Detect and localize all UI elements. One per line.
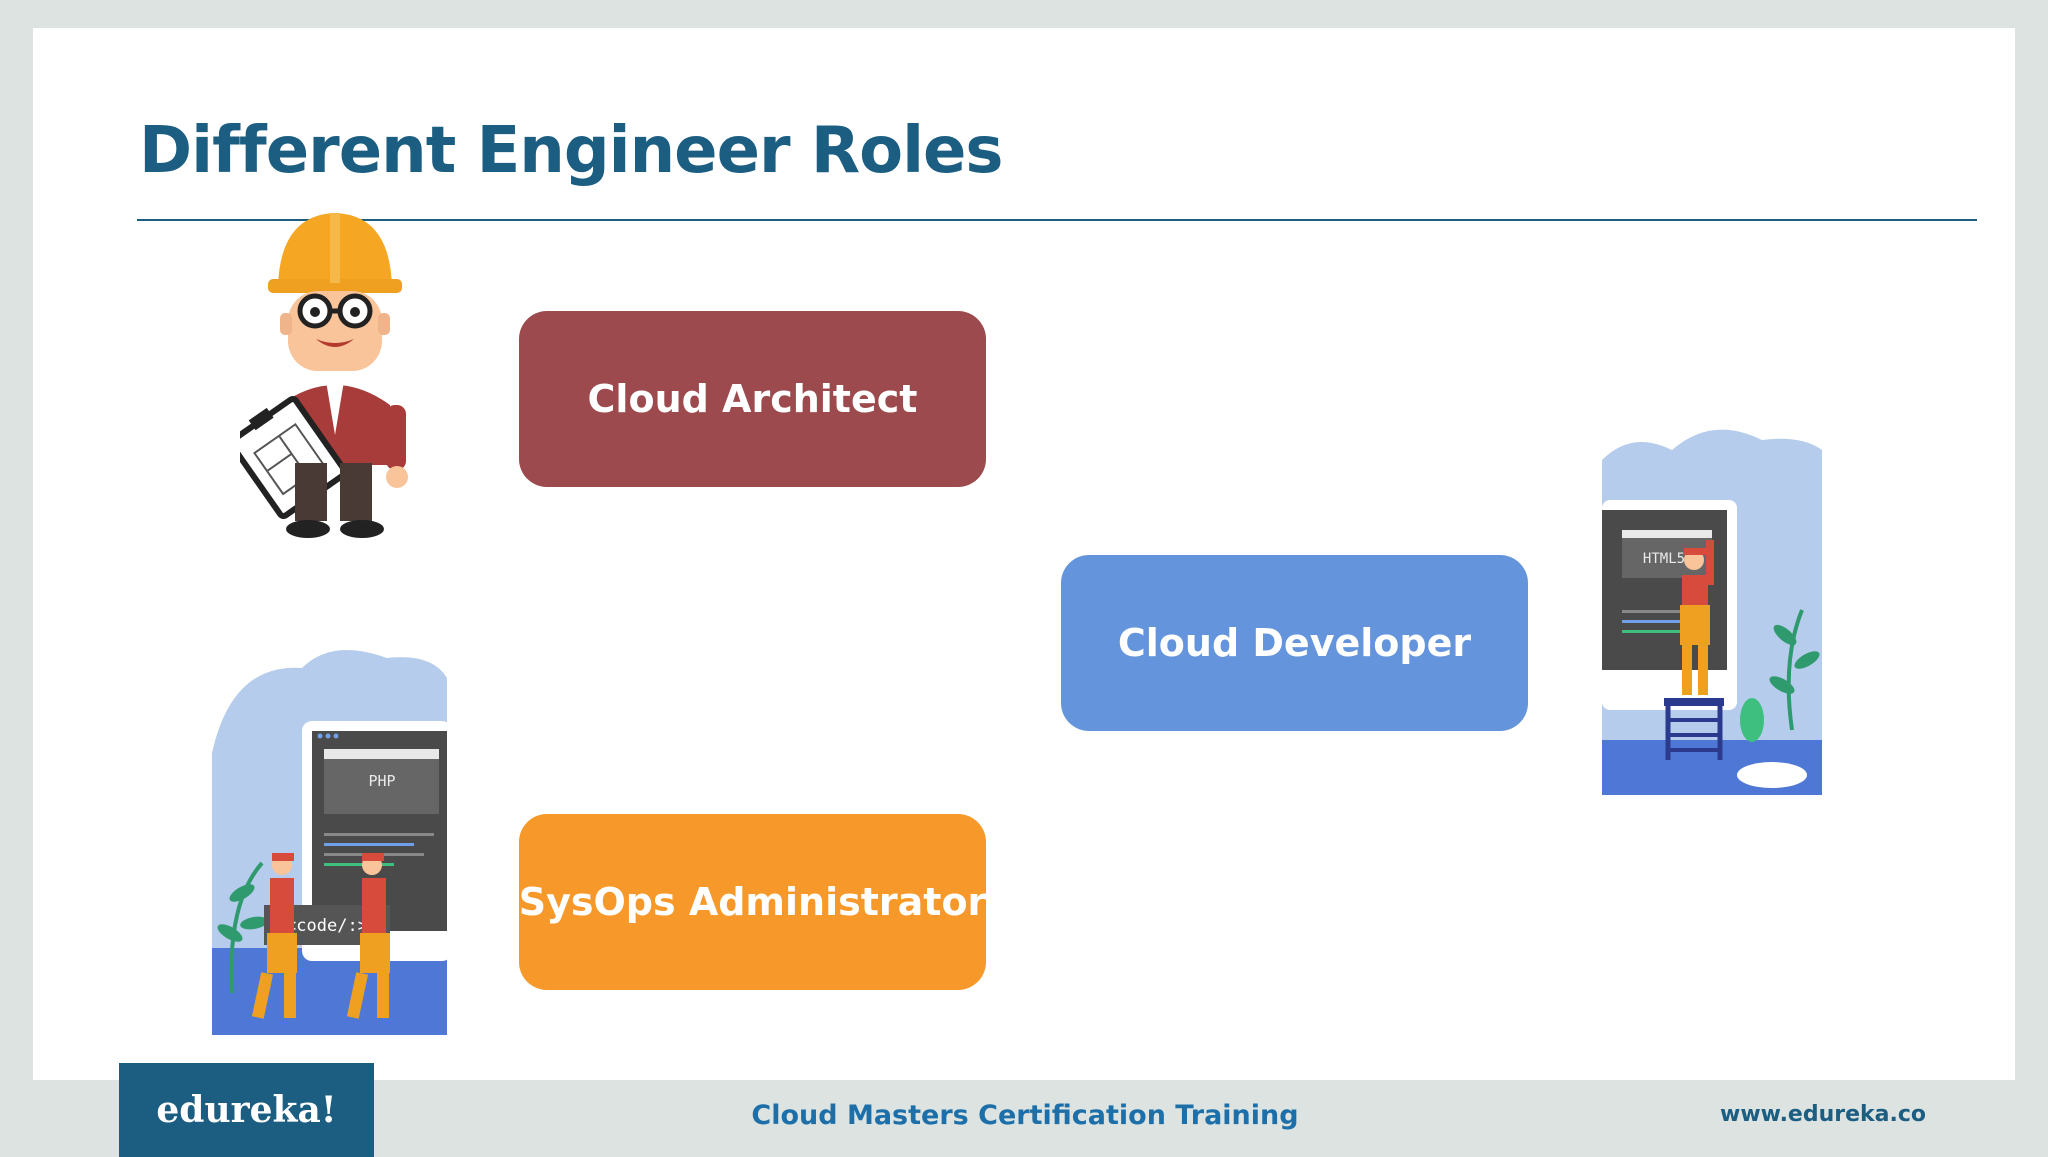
cloud-architect-label: Cloud Architect: [587, 377, 918, 421]
php-screen-label: PHP: [368, 772, 395, 790]
workers-carrying-code-icon: PHP <code/:>: [212, 633, 447, 1035]
cloud-developer-box: Cloud Developer: [1061, 555, 1528, 731]
edureka-logo: edureka!: [119, 1063, 374, 1157]
footer-url: www.edureka.co: [1720, 1102, 1927, 1127]
cloud-developer-label: Cloud Developer: [1117, 621, 1472, 665]
html5-screen-label: HTML5: [1643, 551, 1685, 567]
code-board-label: <code/:>: [286, 916, 368, 936]
engineer-with-blueprint-icon: [240, 213, 408, 538]
cloud-architect-box: Cloud Architect: [519, 311, 986, 487]
course-title: Cloud Masters Certification Training: [751, 1100, 1299, 1131]
developer-html5-screen-icon: HTML5: [1602, 420, 1822, 795]
sysops-administrator-label: SysOps Administrator: [518, 880, 987, 924]
logo-text: edureka!: [156, 1089, 337, 1131]
slide-title: Different Engineer Roles: [139, 114, 1003, 188]
sysops-administrator-box: SysOps Administrator: [519, 814, 986, 990]
